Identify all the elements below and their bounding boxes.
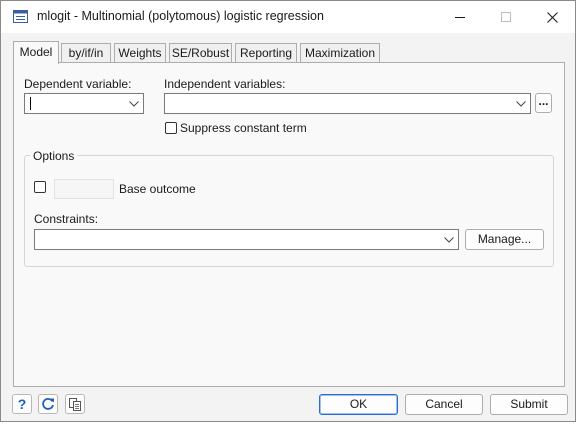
tab-weights[interactable]: Weights [114,43,166,62]
browse-variables-button[interactable]: ... [535,93,552,113]
constraints-dropdown-button[interactable] [440,231,457,248]
tab-reporting[interactable]: Reporting [235,43,297,62]
close-icon [546,11,558,23]
chevron-down-icon [443,236,454,243]
minimize-icon [455,17,465,18]
cancel-button[interactable]: Cancel [405,394,483,415]
tab-model[interactable]: Model [13,41,59,64]
title-bar: mlogit - Multinomial (polytomous) logist… [1,1,575,33]
dialog-app-icon [13,10,28,23]
window-title: mlogit - Multinomial (polytomous) logist… [37,9,324,23]
independent-variables-label: Independent variables: [164,77,286,91]
tab-maximization[interactable]: Maximization [300,43,380,62]
tab-se-robust[interactable]: SE/Robust [169,43,232,62]
base-outcome-field [54,179,114,199]
ok-button[interactable]: OK [319,394,398,415]
tab-by-if-in[interactable]: by/if/in [61,43,111,62]
dependent-variable-label: Dependent variable: [24,77,132,91]
help-icon: ? [17,396,27,412]
chevron-down-icon [128,100,139,107]
dependent-dropdown-button[interactable] [125,95,142,112]
suppress-constant-checkbox[interactable] [165,122,177,134]
constraints-combo[interactable] [34,229,459,250]
base-outcome-label: Base outcome [119,182,196,196]
dialog-window: mlogit - Multinomial (polytomous) logist… [0,0,576,422]
dependent-variable-combo[interactable] [24,93,144,114]
submit-button[interactable]: Submit [490,394,568,415]
options-group [24,155,554,267]
maximize-icon [501,12,511,22]
suppress-constant-label: Suppress constant term [180,121,307,135]
copy-command-button[interactable] [65,394,85,414]
options-group-title: Options [30,149,78,163]
independent-dropdown-button[interactable] [512,95,529,112]
base-outcome-checkbox[interactable] [34,181,46,193]
reset-icon [42,398,54,410]
reset-button[interactable] [38,394,58,414]
maximize-button[interactable] [483,1,529,33]
text-caret [30,97,31,110]
model-tab-panel: Dependent variable: Independent variable… [13,62,565,387]
chevron-down-icon [515,100,526,107]
copy-command-icon [69,398,81,411]
minimize-button[interactable] [437,1,483,33]
manage-constraints-button[interactable]: Manage... [465,229,544,250]
help-button[interactable]: ? [12,394,32,414]
close-button[interactable] [529,1,575,33]
independent-variables-combo[interactable] [164,93,531,114]
constraints-label: Constraints: [34,212,99,226]
